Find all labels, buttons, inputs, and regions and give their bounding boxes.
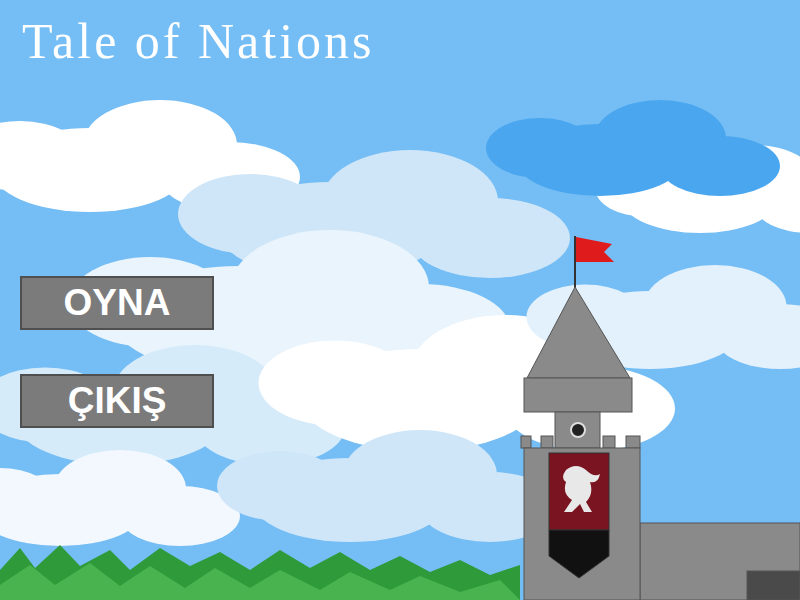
grass bbox=[0, 545, 520, 600]
menu-button[interactable]: OYNA bbox=[20, 276, 214, 330]
castle bbox=[521, 236, 800, 600]
main-menu-buttons: OYNA ÇIKIŞ bbox=[20, 276, 800, 428]
lion-banner-icon bbox=[549, 453, 609, 578]
menu-button[interactable]: ÇIKIŞ bbox=[20, 374, 214, 428]
cloud bbox=[486, 100, 780, 196]
cloud bbox=[217, 430, 560, 542]
flag-icon bbox=[576, 237, 614, 262]
game-title: Tale of Nations bbox=[22, 10, 800, 72]
main-menu: Tale of Nations OYNA ÇIKIŞ bbox=[0, 0, 800, 600]
cloud bbox=[0, 450, 240, 546]
